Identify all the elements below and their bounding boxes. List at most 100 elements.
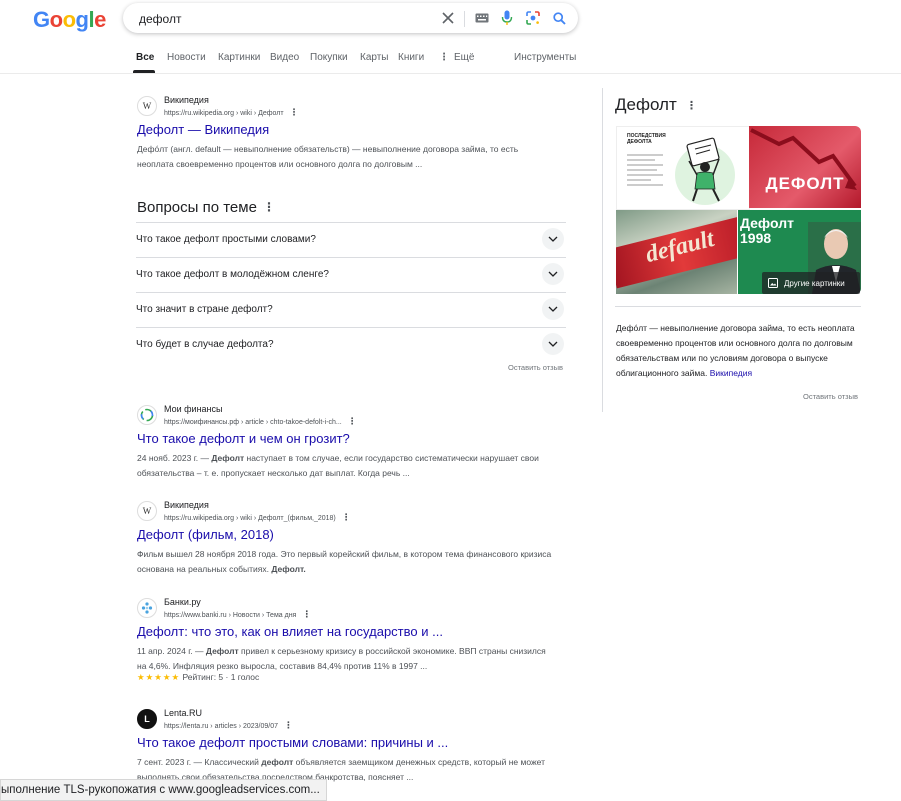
result-site-name[interactable]: Мои финансы xyxy=(164,404,222,414)
search-box[interactable] xyxy=(123,3,578,33)
search-result: Мои финансы https://моифинансы.рф › arti… xyxy=(137,404,577,485)
tab-more-label: Ещё xyxy=(454,52,475,63)
search-result: W Википедия https://ru.wikipedia.org › w… xyxy=(137,500,577,581)
search-icon[interactable] xyxy=(550,9,568,27)
result-title-link[interactable]: Что такое дефолт и чем он грозит? xyxy=(137,431,350,446)
more-kebab-icon: ⋮ xyxy=(439,52,449,63)
tab-news[interactable]: Новости xyxy=(167,52,206,63)
moifinansy-favicon-icon xyxy=(137,405,157,425)
paa-question[interactable]: Что будет в случае дефолта? xyxy=(136,327,566,363)
paa-feedback-link[interactable]: Оставить отзыв xyxy=(508,363,563,372)
kp-image-default-money[interactable]: default xyxy=(616,210,737,294)
result-menu-icon[interactable]: ⋮ xyxy=(290,107,299,118)
rating-text: Рейтинг: 5 · 1 голос xyxy=(182,672,260,682)
kp-image1-list xyxy=(627,151,663,189)
knowledge-panel-border xyxy=(602,88,603,412)
result-url[interactable]: https://lenta.ru › articles › 2023/09/07… xyxy=(164,720,293,731)
result-date: 24 нояб. 2023 г. — xyxy=(137,453,209,463)
result-rating: ★★★★★ Рейтинг: 5 · 1 голос xyxy=(137,672,259,683)
result-url[interactable]: https://ru.wikipedia.org › wiki › Дефолт… xyxy=(164,107,299,118)
knowledge-panel-description: Дефо́лт — невыполнение договора займа, т… xyxy=(616,321,864,381)
clear-icon[interactable] xyxy=(439,9,457,27)
result-title-link[interactable]: Дефолт — Википедия xyxy=(137,122,269,137)
knowledge-panel-title: Дефолт xyxy=(615,95,677,114)
result-snippet-keyword: Дефолт. xyxy=(271,564,306,574)
result-menu-icon[interactable]: ⋮ xyxy=(302,609,311,620)
result-snippet: Дефо́лт (англ. default — невыполнение об… xyxy=(137,144,519,169)
result-title-link[interactable]: Что такое дефолт простыми словами: причи… xyxy=(137,735,448,750)
tab-all[interactable]: Все xyxy=(136,52,154,63)
kp-image4-text-line1: Дефолт xyxy=(740,215,794,231)
result-title-link[interactable]: Дефолт: что это, как он влияет на госуда… xyxy=(137,624,443,639)
chevron-down-icon[interactable] xyxy=(542,298,564,320)
result-site-name[interactable]: Википедия xyxy=(164,95,209,105)
result-date: 11 апр. 2024 г. — xyxy=(137,646,204,656)
result-url-text: https://lenta.ru › articles › 2023/09/07 xyxy=(164,723,279,730)
result-site-name[interactable]: Википедия xyxy=(164,500,209,510)
lenta-favicon-icon: L xyxy=(137,709,157,729)
tab-more[interactable]: ⋮ Ещё xyxy=(439,52,474,63)
paa-heading: Вопросы по теме xyxy=(137,199,257,216)
logo-letter: g xyxy=(75,7,89,32)
tab-images[interactable]: Картинки xyxy=(218,52,260,63)
search-result: L Lenta.RU https://lenta.ru › articles ›… xyxy=(137,708,577,789)
search-divider xyxy=(464,11,465,27)
logo-letter: G xyxy=(33,7,50,32)
paa-question-text: Что такое дефолт в молодёжном сленге? xyxy=(136,269,329,280)
result-url[interactable]: https://ru.wikipedia.org › wiki › Дефолт… xyxy=(164,512,351,523)
browser-status-bar: ыполнение TLS-рукопожатия с www.googlead… xyxy=(0,779,327,801)
chevron-down-icon[interactable] xyxy=(542,228,564,250)
result-menu-icon[interactable]: ⋮ xyxy=(342,512,351,523)
tab-maps[interactable]: Карты xyxy=(360,52,389,63)
result-title-link[interactable]: Дефолт (фильм, 2018) xyxy=(137,527,274,542)
kp-image1-caption-line2: дефолта xyxy=(627,139,652,145)
wikipedia-favicon-icon: W xyxy=(137,501,157,521)
more-images-button[interactable]: Другие картинки xyxy=(762,272,860,294)
tab-video[interactable]: Видео xyxy=(270,52,299,63)
kp-image4-text-line2: 1998 xyxy=(740,230,772,246)
paa-menu-icon[interactable]: ⋮ xyxy=(263,200,275,214)
paa-question[interactable]: Что такое дефолт простыми словами? xyxy=(136,222,566,258)
result-url[interactable]: https://моифинансы.рф › article › chto-t… xyxy=(164,416,357,427)
result-url-text: https://моифинансы.рф › article › chto-t… xyxy=(164,419,342,426)
paa-question-text: Что значит в стране дефолт? xyxy=(136,304,273,315)
result-snippet-keyword: Дефолт xyxy=(205,646,239,656)
paa-question-text: Что будет в случае дефолта? xyxy=(136,339,274,350)
result-menu-icon[interactable]: ⋮ xyxy=(284,720,293,731)
result-site-name[interactable]: Lenta.RU xyxy=(164,708,202,718)
result-snippet: 11 апр. 2024 г. — Дефолт привел к серьез… xyxy=(137,644,557,674)
chevron-down-icon[interactable] xyxy=(542,263,564,285)
result-site-name[interactable]: Банки.ру xyxy=(164,597,201,607)
paa-question-text: Что такое дефолт простыми словами? xyxy=(136,234,316,245)
tab-tools[interactable]: Инструменты xyxy=(514,52,576,63)
header-divider xyxy=(0,73,901,74)
kp-image2-text: ДЕФОЛТ xyxy=(765,174,845,193)
rating-stars: ★★★★★ xyxy=(137,672,181,682)
chevron-down-icon[interactable] xyxy=(542,333,564,355)
search-input[interactable] xyxy=(137,9,431,29)
result-menu-icon[interactable]: ⋮ xyxy=(348,416,357,427)
result-snippet-keyword: Дефолт xyxy=(211,453,245,463)
kp-image-default-red[interactable]: ДЕФОЛТ xyxy=(749,126,861,208)
result-url-text: https://ru.wikipedia.org › wiki › Дефолт xyxy=(164,110,284,117)
result-url[interactable]: https://www.banki.ru › Новости › Тема дн… xyxy=(164,609,311,620)
result-snippet-text: Фильм вышел 28 ноября 2018 года. Это пер… xyxy=(137,549,552,574)
logo-letter: o xyxy=(49,7,63,32)
keyboard-icon[interactable] xyxy=(473,9,491,27)
tab-shopping[interactable]: Покупки xyxy=(310,52,348,63)
result-date: 7 сент. 2023 г. — xyxy=(137,757,202,767)
microphone-icon[interactable] xyxy=(498,9,516,27)
search-result: Банки.ру https://www.banki.ru › Новости … xyxy=(137,597,577,688)
tab-books[interactable]: Книги xyxy=(398,52,424,63)
knowledge-panel-menu-icon[interactable]: ⋮ xyxy=(686,99,697,112)
result-url-text: https://www.banki.ru › Новости › Тема дн… xyxy=(164,612,297,619)
kp-source-link[interactable]: Википедия xyxy=(710,368,752,378)
knowledge-panel-divider xyxy=(615,306,861,307)
paa-question[interactable]: Что значит в стране дефолт? xyxy=(136,292,566,328)
paa-question[interactable]: Что такое дефолт в молодёжном сленге? xyxy=(136,257,566,293)
google-logo[interactable]: Google xyxy=(33,7,106,33)
lens-icon[interactable] xyxy=(524,9,542,27)
kp-image-consequences[interactable]: последствия дефолта xyxy=(616,126,750,210)
kp-feedback-link[interactable]: Оставить отзыв xyxy=(803,392,858,401)
kp-image2-arrow xyxy=(750,128,857,190)
